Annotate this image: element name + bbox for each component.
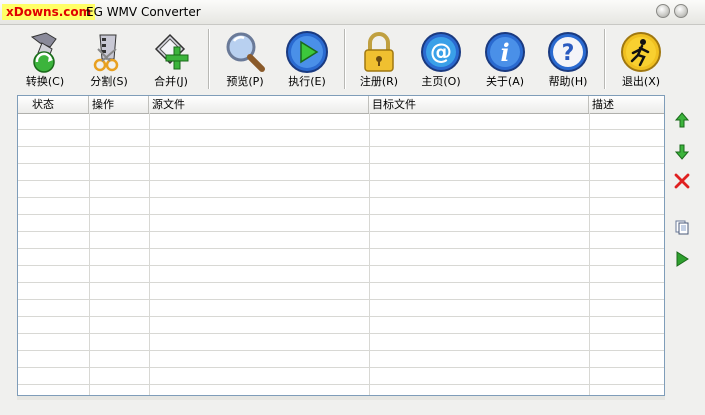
column-header-description[interactable]: 描述 (589, 96, 664, 113)
execute-label: 执行(E) (288, 75, 326, 88)
move-down-button[interactable] (672, 142, 692, 162)
split-button[interactable]: 分割(S) (78, 27, 140, 91)
column-divider (589, 113, 590, 395)
arrow-up-icon (674, 112, 690, 128)
info-icon: i (485, 32, 525, 72)
svg-text:?: ? (562, 41, 575, 66)
table-row[interactable] (18, 283, 664, 300)
merge-icon (154, 33, 189, 70)
watermark: xDowns.com (2, 4, 96, 20)
about-label: 关于(A) (485, 75, 525, 88)
table-row[interactable] (18, 266, 664, 283)
table-row[interactable] (18, 249, 664, 266)
exit-icon (621, 32, 661, 72)
column-header-operation[interactable]: 操作 (89, 96, 149, 113)
homepage-label: 主页(O) (421, 75, 461, 88)
window-title: EG WMV Converter (86, 5, 201, 19)
column-divider (149, 113, 150, 395)
help-label: 帮助(H) (548, 75, 588, 88)
table-row[interactable] (18, 113, 664, 130)
lock-icon (364, 32, 394, 72)
table-row[interactable] (18, 164, 664, 181)
exit-button[interactable]: 退出(X) (610, 27, 672, 91)
preview-button[interactable]: 预览(P) (214, 27, 276, 91)
svg-text:@: @ (430, 40, 452, 65)
toolbar-separator (208, 29, 210, 89)
file-list-table[interactable]: 状态 操作 源文件 目标文件 描述 (17, 95, 665, 396)
play-triangle-icon (676, 251, 689, 267)
move-up-button[interactable] (672, 110, 692, 130)
table-row[interactable] (18, 181, 664, 198)
help-button[interactable]: ? 帮助(H) (537, 27, 599, 91)
minimize-button[interactable] (656, 4, 670, 18)
convert-button[interactable]: 转换(C) (14, 27, 76, 91)
help-icon: ? (548, 32, 588, 72)
toolbar: 转换(C) 分割(S) 合并(J) 预览(P) 执行(E) 注册(R) @ 主页… (0, 25, 705, 93)
horizontal-scrollbar[interactable] (17, 396, 665, 400)
document-icon (675, 220, 689, 235)
register-button[interactable]: 注册(R) (348, 27, 410, 91)
arrow-down-icon (674, 144, 690, 160)
column-header-target-file[interactable]: 目标文件 (369, 96, 589, 113)
table-row[interactable] (18, 232, 664, 249)
homepage-button[interactable]: @ 主页(O) (410, 27, 472, 91)
preview-label: 预览(P) (226, 75, 264, 88)
column-divider (369, 113, 370, 395)
table-row[interactable] (18, 351, 664, 368)
split-icon (93, 34, 119, 72)
about-button[interactable]: i 关于(A) (474, 27, 536, 91)
register-label: 注册(R) (359, 75, 399, 88)
delete-button[interactable] (672, 171, 692, 191)
exit-label: 退出(X) (621, 75, 661, 88)
convert-label: 转换(C) (25, 75, 65, 88)
convert-icon (30, 32, 57, 73)
column-header-source-file[interactable]: 源文件 (149, 96, 369, 113)
title-bar: xDowns.com EG WMV Converter (0, 0, 705, 25)
table-row[interactable] (18, 334, 664, 351)
table-row[interactable] (18, 147, 664, 164)
table-row[interactable] (18, 130, 664, 147)
toolbar-separator (604, 29, 606, 89)
start-button[interactable] (672, 249, 692, 269)
table-row[interactable] (18, 317, 664, 334)
table-row[interactable] (18, 368, 664, 385)
play-icon (286, 31, 328, 73)
table-row[interactable] (18, 215, 664, 232)
close-button[interactable] (674, 4, 688, 18)
table-row[interactable] (18, 300, 664, 317)
magnifier-icon (226, 32, 265, 72)
column-header-status[interactable]: 状态 (18, 96, 89, 113)
svg-text:i: i (500, 38, 509, 67)
properties-button[interactable] (672, 217, 692, 237)
execute-button[interactable]: 执行(E) (276, 27, 338, 91)
merge-button[interactable]: 合并(J) (140, 27, 202, 91)
table-row[interactable] (18, 198, 664, 215)
toolbar-separator (344, 29, 346, 89)
merge-label: 合并(J) (154, 75, 188, 88)
column-divider (89, 113, 90, 395)
table-header: 状态 操作 源文件 目标文件 描述 (18, 96, 664, 114)
at-sign-icon: @ (421, 32, 461, 72)
split-label: 分割(S) (90, 75, 128, 88)
delete-x-icon (674, 173, 690, 189)
